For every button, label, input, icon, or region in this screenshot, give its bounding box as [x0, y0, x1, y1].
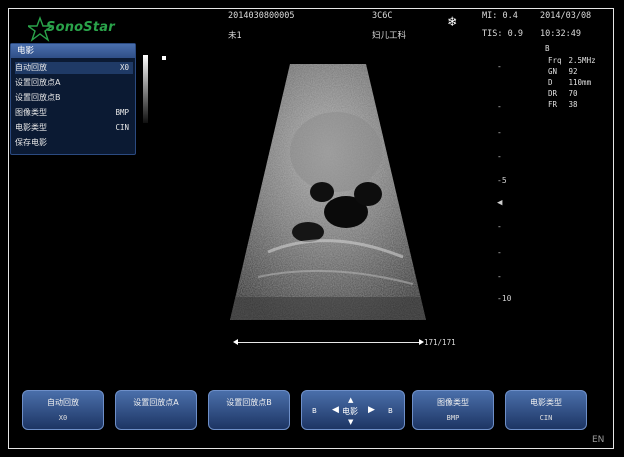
- softkey-cine-navigator[interactable]: B ◀ ▲ 电影 ▼ ▶ B: [301, 390, 405, 430]
- cine-menu: 电影 自动回放 X0 设置回放点A 设置回放点B 图像类型 BMP 电影类型 CIN …: [10, 43, 136, 155]
- nav-center-label: 电影: [342, 407, 358, 416]
- menu-item-set-point-b[interactable]: 设置回放点B: [15, 92, 133, 104]
- depth-tick: -: [497, 62, 502, 71]
- param-gain: GN 92: [548, 67, 578, 76]
- probe-code: 3C6C: [372, 11, 393, 21]
- param-dynamic-range: DR 70: [548, 89, 578, 98]
- param-frequency: Frq 2.5MHz: [548, 56, 596, 65]
- grayscale-bar: [143, 55, 148, 123]
- depth-tick: -: [497, 128, 502, 137]
- softkey-image-type[interactable]: 图像类型 BMP: [412, 390, 494, 430]
- cine-frame-counter: 171/171: [424, 338, 456, 347]
- softkey-set-point-a[interactable]: 设置回放点A: [115, 390, 197, 430]
- menu-title: 电影: [11, 44, 135, 58]
- nav-right-icon[interactable]: ▶: [368, 405, 375, 415]
- depth-tick: -: [497, 102, 502, 111]
- softkey-set-point-b[interactable]: 设置回放点B: [208, 390, 290, 430]
- menu-item-auto-play[interactable]: 自动回放 X0: [15, 62, 133, 74]
- depth-label-5: -5: [497, 176, 507, 185]
- patient-id: 2014030800005: [228, 11, 295, 21]
- depth-tick: -: [497, 152, 502, 161]
- menu-item-set-point-a[interactable]: 设置回放点A: [15, 77, 133, 89]
- nav-up-icon[interactable]: ▲: [348, 396, 353, 404]
- nav-left-icon[interactable]: ◀: [332, 405, 339, 415]
- ultrasound-image[interactable]: [228, 62, 428, 322]
- exam-date: 2014/03/08: [540, 11, 592, 21]
- depth-tick: -: [497, 248, 502, 257]
- tis-value: TIS: 0.9: [482, 29, 523, 39]
- softkey-cine-type[interactable]: 电影类型 CIN: [505, 390, 587, 430]
- brand-name: SonoStar: [46, 20, 115, 35]
- cine-start-arrow-icon: [233, 339, 238, 345]
- nav-left-label: B: [312, 407, 317, 415]
- focus-marker-icon: ◀: [497, 198, 503, 208]
- depth-tick: -: [497, 222, 502, 231]
- exam-type: 妇儿工科: [372, 31, 407, 41]
- nav-down-icon[interactable]: ▼: [348, 418, 353, 426]
- mode-label: B: [545, 44, 550, 53]
- patient-name: 未1: [228, 31, 242, 41]
- menu-item-image-type[interactable]: 图像类型 BMP: [15, 107, 133, 119]
- softkey-auto-play[interactable]: 自动回放 X0: [22, 390, 104, 430]
- cine-progress-bar[interactable]: [236, 342, 422, 343]
- orientation-marker: [162, 56, 166, 60]
- nav-right-label: B: [388, 407, 393, 415]
- menu-item-cine-type[interactable]: 电影类型 CIN: [15, 122, 133, 134]
- exam-time: 10:32:49: [540, 29, 581, 39]
- depth-tick: -: [497, 272, 502, 281]
- mi-value: MI: 0.4: [482, 11, 518, 21]
- param-depth: D 110mm: [548, 78, 592, 87]
- snowflake-icon: ❄: [448, 14, 457, 30]
- param-frame-rate: FR 38: [548, 100, 578, 109]
- language-indicator: EN: [592, 435, 605, 445]
- menu-item-save-cine[interactable]: 保存电影: [15, 137, 133, 149]
- depth-label-10: -10: [497, 294, 512, 303]
